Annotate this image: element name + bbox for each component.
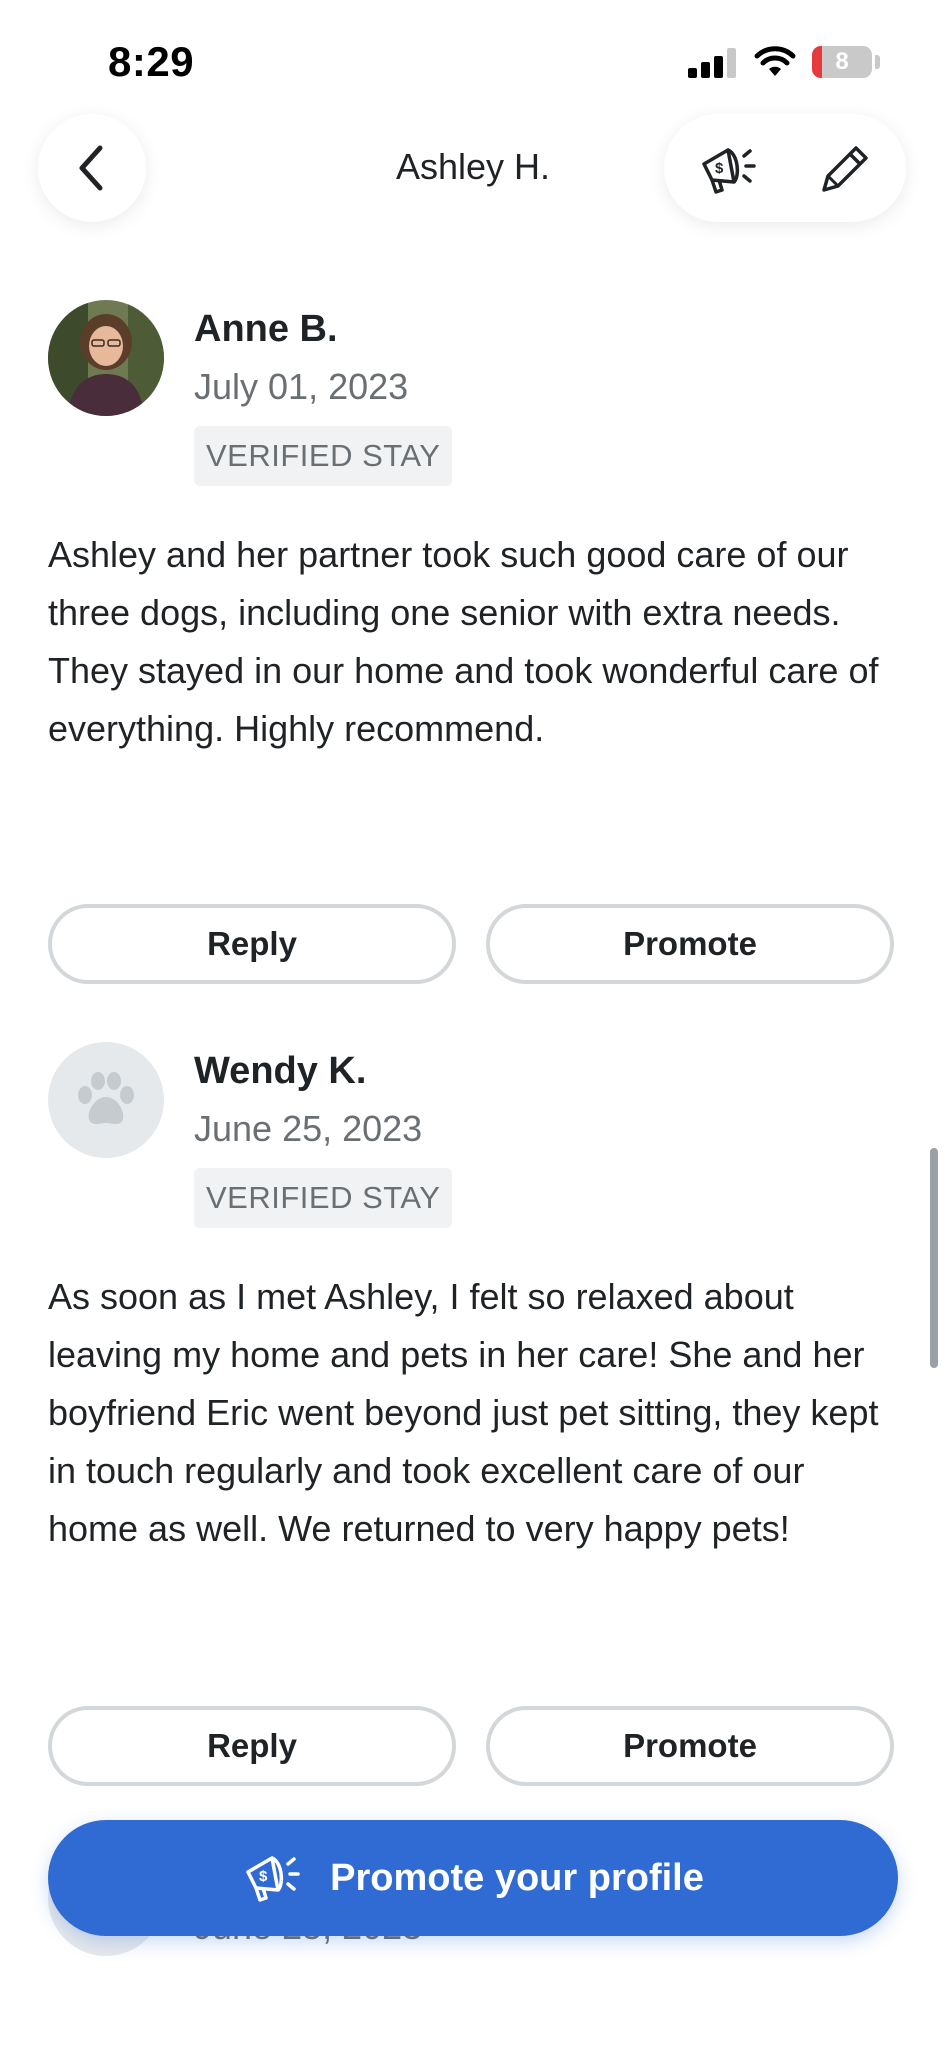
- reply-button[interactable]: Reply: [48, 904, 456, 984]
- wifi-icon: [754, 46, 796, 76]
- avatar: [48, 300, 164, 416]
- promote-review-button[interactable]: Promote: [486, 1706, 894, 1786]
- reply-button[interactable]: Reply: [48, 1706, 456, 1786]
- svg-text:$: $: [259, 1868, 268, 1885]
- back-button[interactable]: [38, 114, 146, 222]
- reviews-screen: 8:29 8 Ashley H. $ Anne B. July 01, 2023…: [0, 0, 946, 2048]
- review-text: As soon as I met Ashley, I felt so relax…: [48, 1276, 879, 1549]
- reviewer-name: Anne B.: [194, 308, 338, 350]
- megaphone-dollar-icon: $: [242, 1850, 306, 1906]
- scrollbar[interactable]: [930, 1148, 938, 1368]
- review-date: June 25, 2023: [194, 1108, 423, 1149]
- review-text: Ashley and her partner took such good ca…: [48, 534, 879, 749]
- paw-icon: [78, 1072, 134, 1124]
- avatar: [48, 1042, 164, 1158]
- promote-button[interactable]: $: [698, 138, 762, 202]
- promote-review-button[interactable]: Promote: [486, 904, 894, 984]
- promote-profile-label: Promote your profile: [330, 1856, 704, 1899]
- battery-level: 8: [835, 48, 849, 75]
- status-bar: 8:29 8: [0, 0, 946, 110]
- battery-icon: 8: [812, 46, 872, 78]
- edit-button[interactable]: [812, 138, 876, 202]
- reviewer-photo: [48, 300, 164, 416]
- chevron-left-icon: [79, 145, 103, 191]
- pencil-icon: [822, 146, 868, 192]
- battery-cap: [875, 55, 880, 69]
- cellular-signal-icon: [688, 48, 736, 78]
- page-title: Ashley H.: [395, 146, 551, 187]
- promote-profile-button[interactable]: $ Promote your profile: [48, 1820, 898, 1936]
- svg-text:$: $: [715, 160, 724, 177]
- verified-stay-badge: VERIFIED STAY: [194, 426, 453, 486]
- review-date: July 01, 2023: [194, 366, 409, 407]
- verified-stay-badge: VERIFIED STAY: [194, 1168, 453, 1228]
- status-time: 8:29: [108, 38, 195, 85]
- reviewer-name: Wendy K.: [194, 1050, 367, 1092]
- megaphone-dollar-icon: $: [702, 148, 756, 194]
- header-actions: $: [664, 114, 906, 222]
